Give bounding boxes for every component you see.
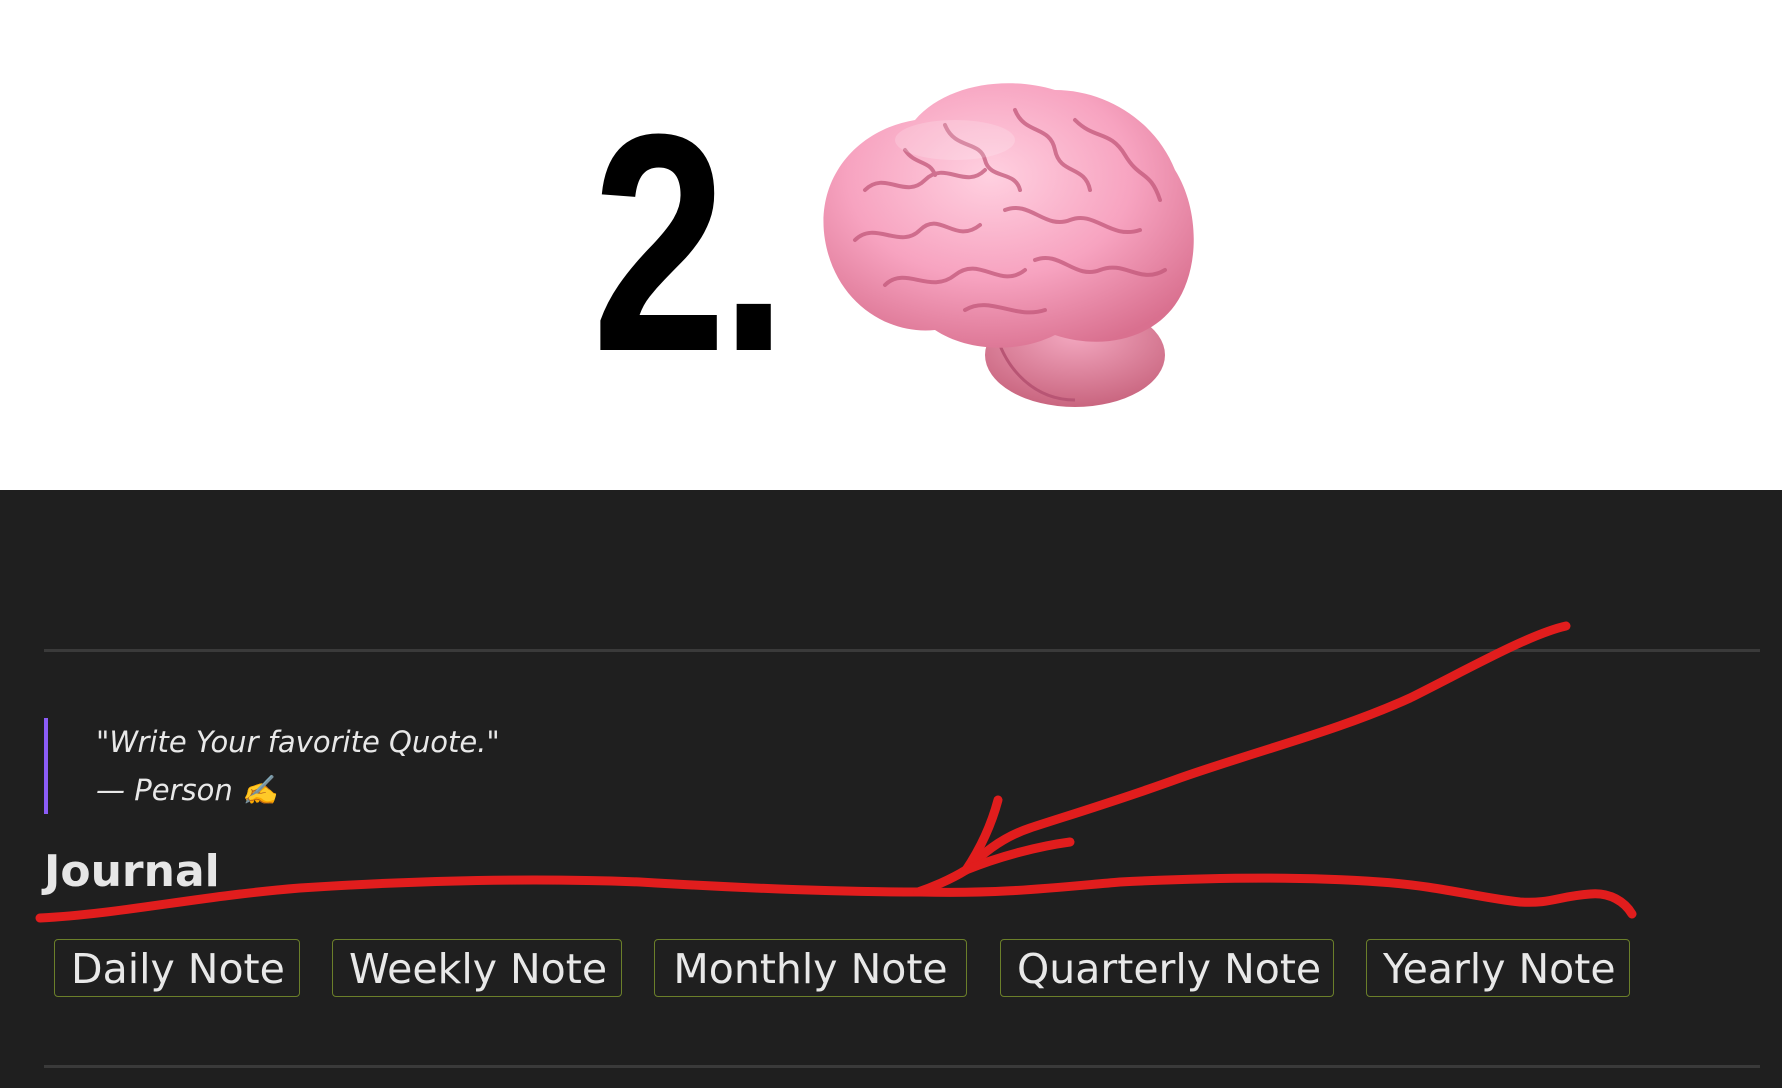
banner-title: 2. <box>592 69 787 416</box>
divider-bottom <box>44 1065 1760 1068</box>
daily-note-button[interactable]: Daily Note <box>54 939 300 997</box>
journal-buttons: Daily Note Weekly Note Monthly Note Quar… <box>54 939 1754 1001</box>
journal-heading: Journal <box>44 846 220 897</box>
page: 2. "Write Your favorite Quote." — Person… <box>0 0 1782 1088</box>
quote-author: — Person ✍️ <box>96 773 279 807</box>
yearly-note-button[interactable]: Yearly Note <box>1366 939 1630 997</box>
divider-top <box>44 649 1760 652</box>
quarterly-note-button[interactable]: Quarterly Note <box>1000 939 1334 997</box>
quote-block: "Write Your favorite Quote." — Person ✍️ <box>44 718 500 814</box>
brain-icon <box>823 83 1194 407</box>
weekly-note-button[interactable]: Weekly Note <box>332 939 622 997</box>
quote-text: "Write Your favorite Quote." <box>96 725 500 759</box>
banner-image: 2. <box>0 0 1782 490</box>
monthly-note-button[interactable]: Monthly Note <box>654 939 967 997</box>
